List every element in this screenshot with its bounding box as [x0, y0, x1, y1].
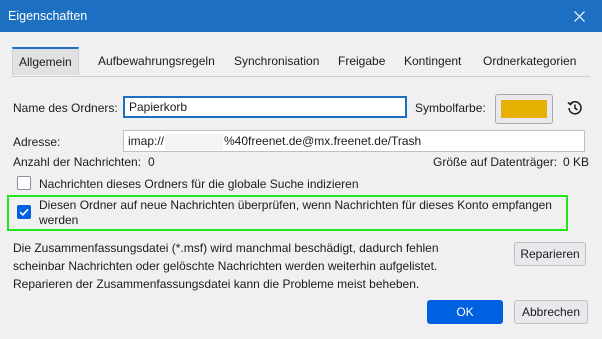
tab-kontingent[interactable]: Kontingent: [398, 48, 467, 75]
color-swatch: [501, 100, 547, 118]
folder-name-label: Name des Ordners:: [13, 101, 118, 115]
repair-info-text: Die Zusammenfassungsdatei (*.msf) wird m…: [13, 241, 439, 291]
tab-bar: Allgemein Aufbewahrungsregeln Synchronis…: [12, 47, 590, 77]
disk-size-value: 0 KB: [563, 155, 590, 169]
disk-size-label: Größe auf Datenträger:: [433, 155, 558, 169]
tab-freigabe[interactable]: Freigabe: [332, 48, 391, 75]
global-search-checkbox[interactable]: [17, 176, 31, 190]
checkmark-icon: [19, 208, 29, 217]
symbol-color-label: Symbolfarbe:: [415, 101, 486, 115]
message-count-label: Anzahl der Nachrichten:: [13, 155, 142, 169]
message-count-value: 0: [148, 155, 155, 169]
global-search-label: Nachrichten dieses Ordners für die globa…: [39, 177, 359, 191]
title-bar: Eigenschaften: [0, 0, 602, 32]
tab-allgemein[interactable]: Allgemein: [12, 47, 79, 75]
ok-button[interactable]: OK: [427, 300, 503, 324]
tab-aufbewahrungsregeln[interactable]: Aufbewahrungsregeln: [92, 48, 221, 75]
address-label: Adresse:: [13, 135, 61, 149]
close-icon: [573, 10, 585, 22]
tab-ordnerkategorien[interactable]: Ordnerkategorien: [477, 48, 582, 75]
address-field: imap:// %40freenet.de@mx.freenet.de/Trash: [123, 130, 585, 152]
symbol-color-button[interactable]: [495, 94, 553, 124]
folder-name-input[interactable]: Papierkorb: [123, 96, 407, 118]
redacted-username: [165, 133, 224, 150]
close-button[interactable]: [556, 0, 602, 32]
tab-synchronisation[interactable]: Synchronisation: [228, 48, 325, 75]
history-icon: [567, 101, 582, 115]
reset-color-button[interactable]: [566, 99, 584, 117]
properties-dialog: Eigenschaften Allgemein Aufbewahrungsreg…: [0, 0, 602, 339]
repair-button[interactable]: Reparieren: [514, 242, 586, 266]
check-new-messages-checkbox[interactable]: [17, 205, 31, 219]
cancel-button[interactable]: Abbrechen: [514, 300, 588, 324]
address-suffix: %40freenet.de@mx.freenet.de/Trash: [224, 134, 422, 148]
check-new-messages-label: Diesen Ordner auf neue Nachrichten überp…: [39, 198, 552, 227]
address-prefix: imap://: [128, 134, 165, 148]
window-title: Eigenschaften: [8, 9, 88, 23]
